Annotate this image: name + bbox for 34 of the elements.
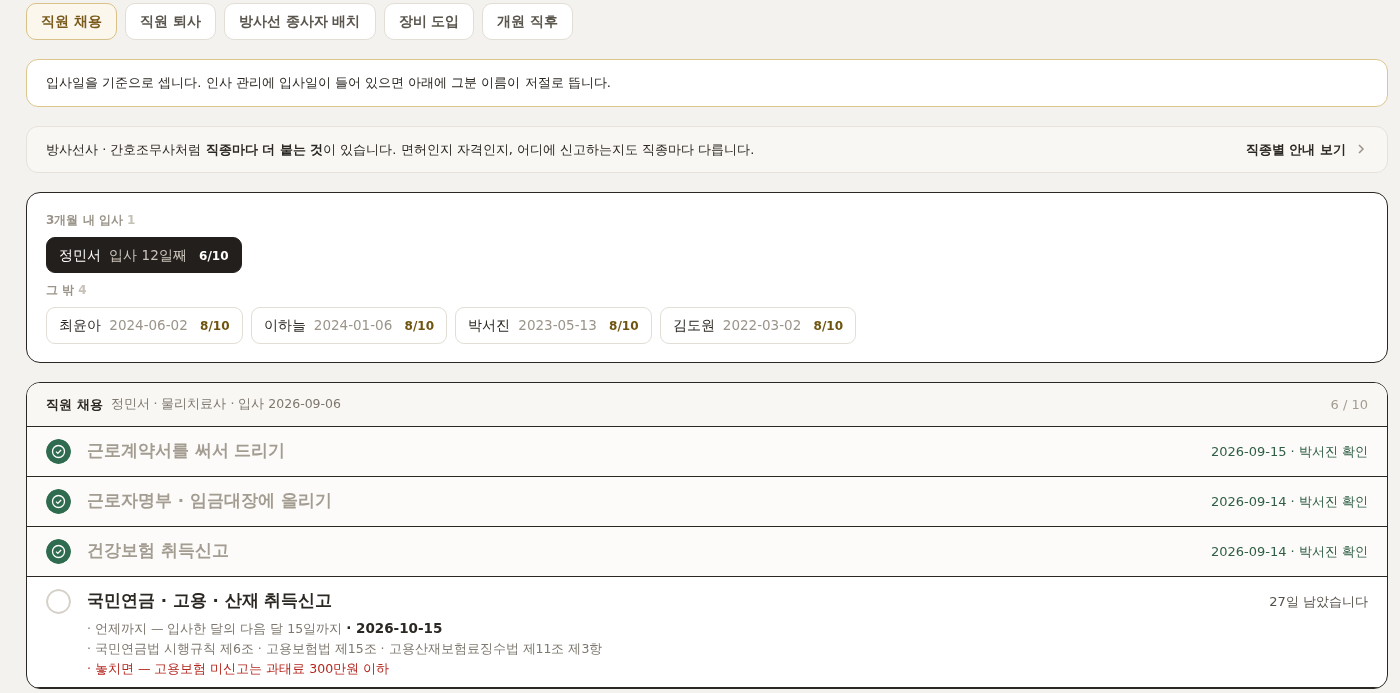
group-count: 4 (78, 283, 87, 298)
check-circle-icon[interactable] (46, 539, 71, 564)
law-reference: · 국민연금법 시행규칙 제6조 · 고용보험법 제15조 · 고용산재보험료징수법 제11조 제3항 (87, 639, 604, 658)
guide-link[interactable]: 직종별 안내 보기 (1245, 139, 1368, 159)
tab[interactable]: 개원 직후 (482, 3, 574, 40)
staff-chip[interactable]: 박서진 2023-05-13 8/10 (455, 307, 652, 344)
task-status: 27일 남았습니다 (1269, 592, 1368, 611)
checklist-title: 직원 채용 (46, 395, 103, 414)
task-title: 건강보험 취득신고 (87, 540, 229, 562)
progress-count: 6 / 10 (1330, 395, 1368, 414)
tab[interactable]: 장비 도입 (383, 3, 475, 40)
staff-chip[interactable]: 정민서 입사 12일째 6/10 (46, 237, 242, 274)
penalty-text: · 놓치면 — 고용보험 미신고는 과태료 300만원 이하 (87, 659, 391, 678)
staff-chip[interactable]: 김도원 2022-03-02 8/10 (659, 307, 856, 344)
tab[interactable]: 직원 채용 (26, 3, 117, 40)
check-circle-icon[interactable] (46, 439, 71, 464)
staff-chip[interactable]: 최윤아 2024-06-02 8/10 (46, 307, 243, 344)
task-status: 2026-09-15 · 박서진 확인 (1210, 442, 1368, 461)
info-note: 입사일을 기준으로 셉니다. 인사 관리에 입사일이 들어 있으면 아래에 그분 이름이 저절로 뜹니다. (26, 59, 1388, 107)
check-circle-icon[interactable] (46, 489, 71, 514)
task-title: 근로계약서를 써서 드리기 (87, 440, 286, 462)
deadline-text: · 언제까지 — 입사한 달의 다음 달 15일까지 · 2026-10-15 (87, 618, 444, 638)
task-title: 근로자명부 · 임금대장에 올리기 (87, 490, 332, 512)
tab[interactable]: 방사선 종사자 배치 (223, 3, 376, 40)
group-label: 그 밖 4 (46, 282, 88, 300)
task-title: 국민연금 · 고용 · 산재 취득신고 (87, 590, 333, 612)
tab[interactable]: 직원 퇴사 (124, 3, 216, 40)
group-label: 3개월 내 입사 1 (46, 212, 137, 229)
checklist-subtitle: 정민서 · 물리치료사 · 입사 2026-09-06 (110, 394, 341, 413)
notice-text: 방사선사 · 간호조무사처럼 직종마다 더 붙는 것이 있습니다. 면허인지 자격인지, 어디에 신고하는지도 직종마다 다릅니다. (46, 140, 755, 159)
staff-chip[interactable]: 이하늘 2024-01-06 8/10 (250, 307, 447, 344)
group-count: 1 (126, 213, 136, 227)
task-status: 2026-09-14 · 박서진 확인 (1210, 492, 1368, 511)
task-status: 2026-09-14 · 박서진 확인 (1210, 542, 1368, 561)
